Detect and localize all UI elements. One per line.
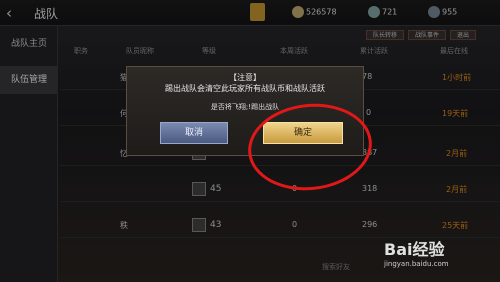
cancel-button[interactable]: 取消 — [160, 122, 228, 144]
watermark: Bai经验 jingyan.baidu.com — [384, 236, 494, 276]
watermark-url: jingyan.baidu.com — [384, 260, 449, 268]
dialog-message: 踢出战队会清空此玩家所有战队币和战队活跃 — [165, 84, 325, 93]
watermark-brand: Bai经验 — [384, 240, 445, 259]
dialog-title: 【注意】 — [229, 73, 261, 82]
